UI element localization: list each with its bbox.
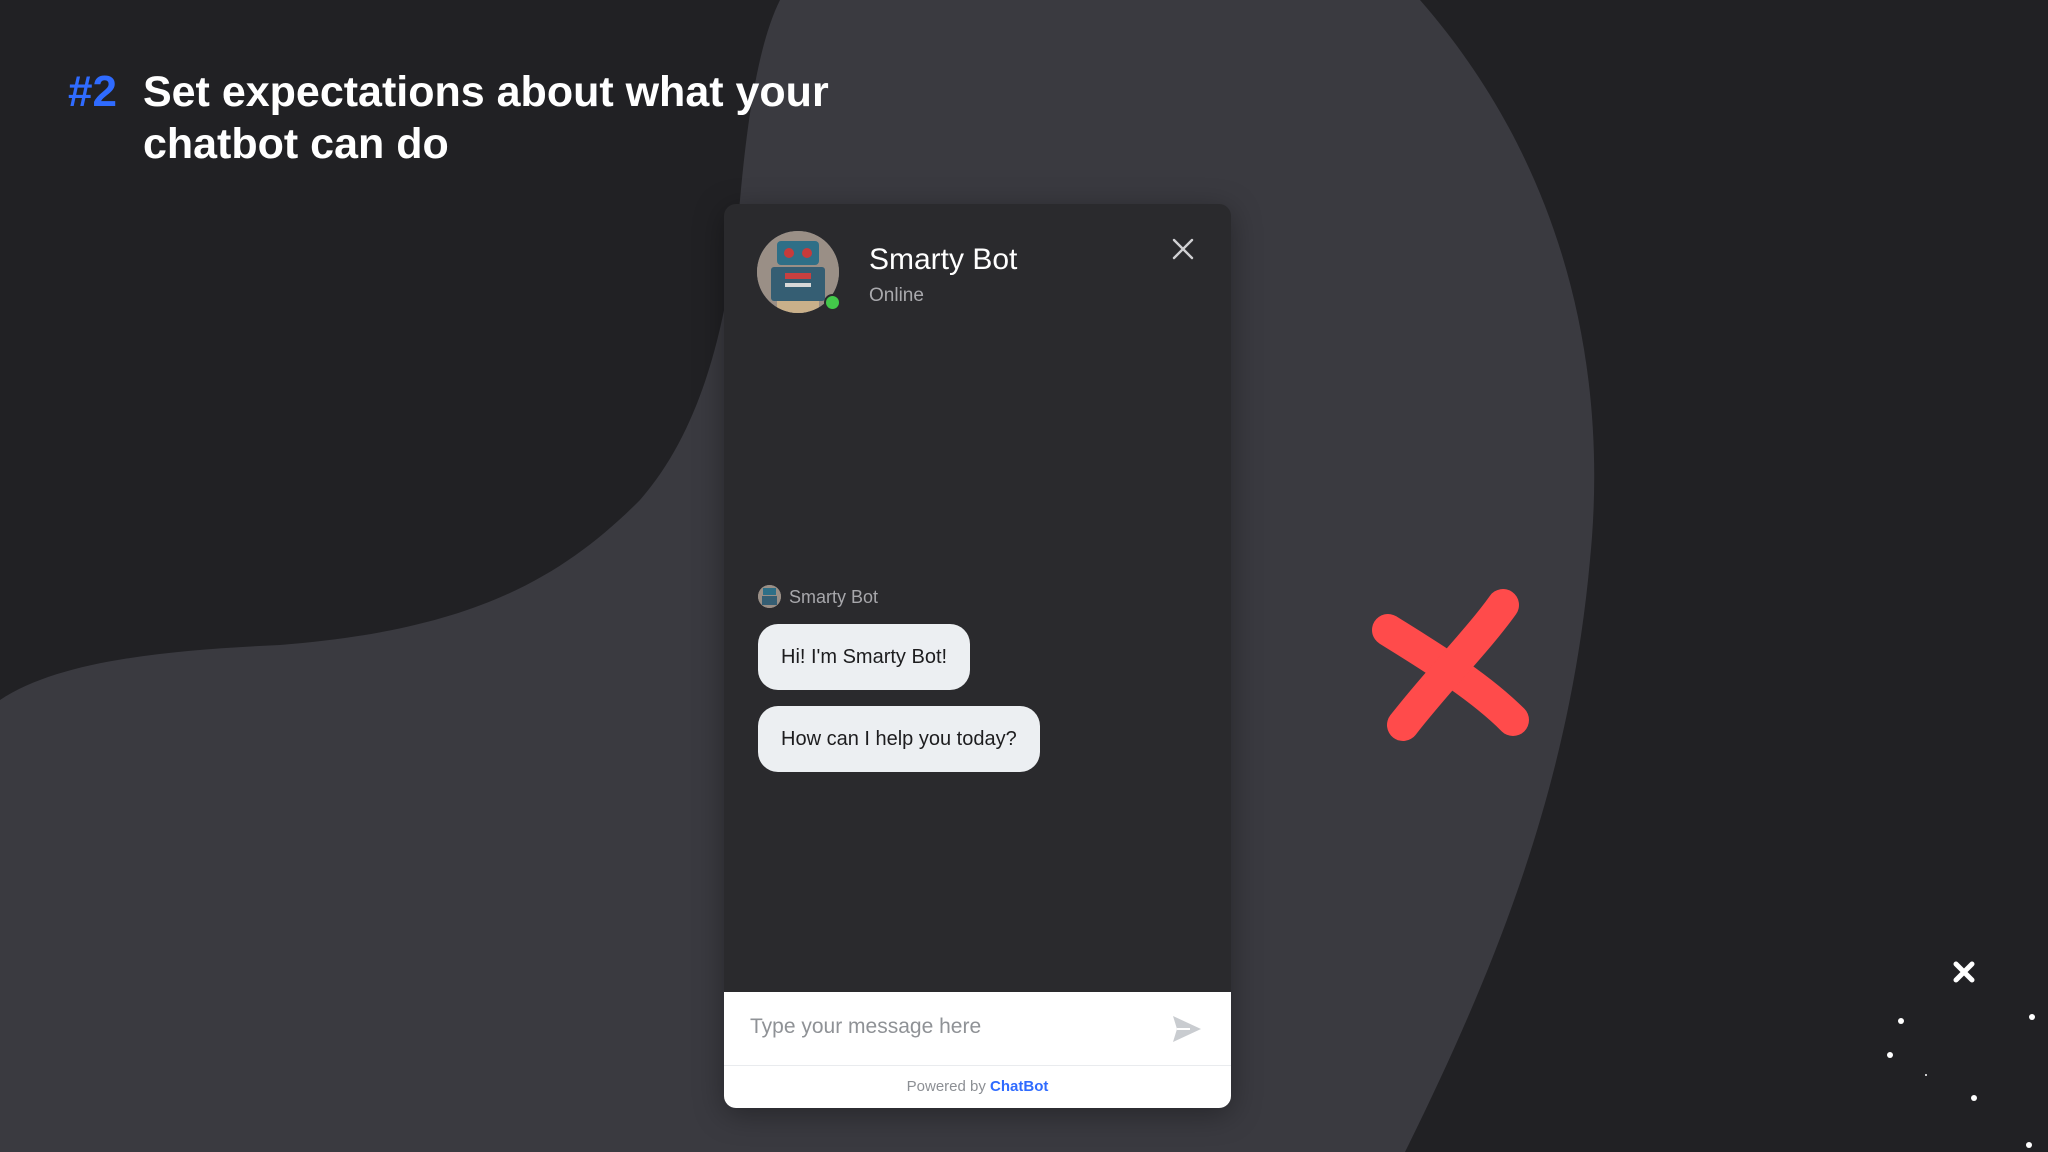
message-input[interactable] (748, 1006, 1132, 1048)
sender-avatar (758, 585, 781, 608)
send-button[interactable] (1170, 1012, 1204, 1046)
headline: #2 Set expectations about what your chat… (68, 66, 903, 170)
chat-header: Smarty Bot Online (724, 204, 1231, 334)
headline-text: Set expectations about what your chatbot… (142, 68, 829, 168)
powered-by-footer: Powered by ChatBot (724, 1078, 1231, 1095)
sparkle-cross-icon (1953, 961, 1975, 983)
message-bubble: How can I help you today? (758, 706, 1040, 772)
decor-dot (1887, 1052, 1893, 1058)
powered-by-label: Powered by (906, 1078, 986, 1095)
divider (724, 1065, 1231, 1066)
decor-dot (2026, 1142, 2032, 1148)
headline-number: #2 (68, 67, 117, 116)
red-cross-icon (1372, 589, 1529, 741)
close-icon (1172, 238, 1194, 260)
close-button[interactable] (1168, 234, 1198, 264)
send-icon (1173, 1016, 1201, 1042)
bot-name: Smarty Bot (869, 243, 1018, 276)
message-composer: Powered by ChatBot (724, 992, 1231, 1108)
sender-name: Smarty Bot (789, 586, 879, 607)
online-status-dot (824, 294, 841, 311)
decor-dot (1971, 1095, 1977, 1101)
chatbot-brand-link[interactable]: ChatBot (990, 1078, 1048, 1095)
chat-widget: Smarty Bot Online Smarty Bot Hi! I'm Sma… (724, 204, 1231, 1108)
decor-dot (1898, 1018, 1904, 1024)
decor-dot (1925, 1074, 1927, 1076)
bot-status: Online (869, 285, 924, 306)
message-bubble: Hi! I'm Smarty Bot! (758, 624, 971, 690)
message-sender: Smarty Bot (758, 585, 878, 608)
decor-dot (2029, 1014, 2035, 1020)
